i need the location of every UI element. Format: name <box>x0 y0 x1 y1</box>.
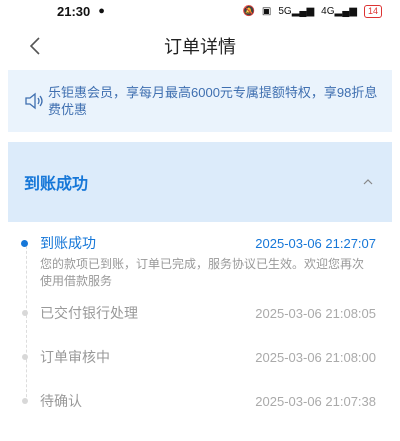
timeline-item-name: 到账成功 <box>40 235 96 251</box>
timeline-item-name: 已交付银行处理 <box>40 305 138 321</box>
timeline-dot <box>22 398 28 404</box>
timeline-item-time: 2025-03-06 21:07:38 <box>255 393 376 409</box>
nav-header: 订单详情 <box>0 22 400 70</box>
speaker-icon <box>25 92 43 110</box>
order-timeline: 到账成功 2025-03-06 21:27:07 您的款项已到账，订单已完成，服… <box>8 222 392 412</box>
status-icons: 🔕 ▣ 5G▂▄▆ 4G▂▄▆ 14 <box>242 4 382 18</box>
back-button[interactable] <box>26 36 44 56</box>
battery-icon: 14 <box>363 4 382 18</box>
chat-notification-icon: ● <box>98 5 105 17</box>
timeline-dot <box>22 310 28 316</box>
timeline-item: 待确认 2025-03-06 21:07:38 <box>22 390 376 412</box>
signal-5g-label: 5G <box>278 5 292 17</box>
timeline-item-name: 待确认 <box>40 393 82 409</box>
banner-text: 乐钜惠会员，享每月最高6000元专属提额特权，享98折息费优惠 <box>48 85 378 117</box>
page-title: 订单详情 <box>164 37 236 57</box>
timeline-item: 到账成功 2025-03-06 21:27:07 您的款项已到账，订单已完成，服… <box>21 232 376 290</box>
order-status-header[interactable]: 到账成功 <box>8 142 392 222</box>
signal-5g-icon: 5G▂▄▆ <box>278 5 315 17</box>
timeline-item-time: 2025-03-06 21:27:07 <box>255 235 376 251</box>
timeline-item-time: 2025-03-06 21:08:00 <box>255 349 376 365</box>
timeline-item: 已交付银行处理 2025-03-06 21:08:05 <box>22 302 376 324</box>
timeline-item: 订单审核中 2025-03-06 21:08:00 <box>22 346 376 368</box>
timeline-dot-active <box>21 240 28 247</box>
chevron-up-icon <box>363 179 373 185</box>
timeline-dot <box>22 354 28 360</box>
status-bar: 21:30 ● 🔕 ▣ 5G▂▄▆ 4G▂▄▆ 14 <box>0 0 400 22</box>
timeline-item-time: 2025-03-06 21:08:05 <box>255 305 376 321</box>
timeline-item-desc: 您的款项已到账，订单已完成，服务协议已生效。欢迎您再次使用借款服务 <box>40 257 365 288</box>
status-time: 21:30 <box>57 3 91 19</box>
timeline-item-name: 订单审核中 <box>40 349 110 365</box>
signal-4g-label: 4G <box>321 5 335 17</box>
sim-icon: ▣ <box>261 5 272 17</box>
signal-4g-icon: 4G▂▄▆ <box>321 5 357 17</box>
mute-icon: 🔕 <box>242 5 255 17</box>
order-status-title: 到账成功 <box>24 176 89 193</box>
member-promo-banner[interactable]: 乐钜惠会员，享每月最高6000元专属提额特权，享98折息费优惠 <box>8 70 392 132</box>
chevron-left-icon <box>30 37 40 55</box>
